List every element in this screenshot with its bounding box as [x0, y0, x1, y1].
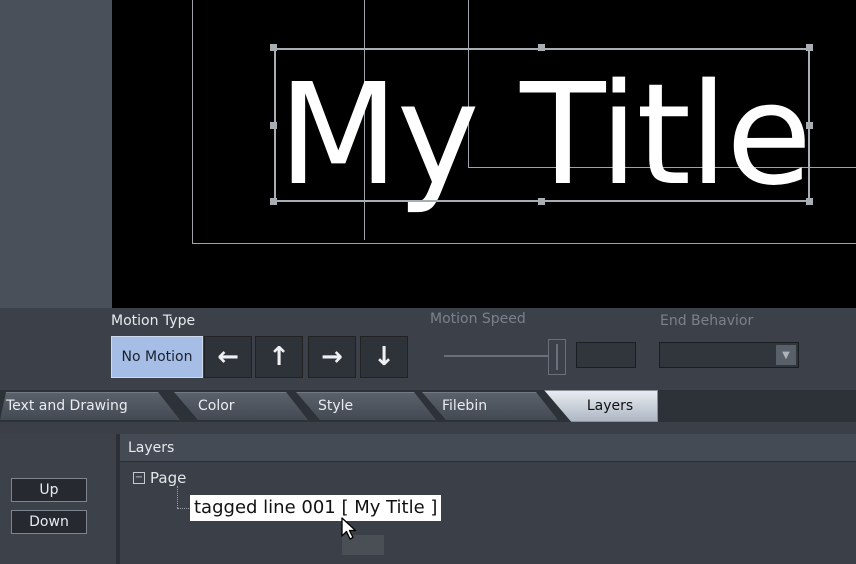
chevron-down-icon[interactable]: ▼	[776, 345, 796, 365]
resize-handle[interactable]	[270, 198, 277, 205]
right-arrow-icon: →	[321, 342, 343, 372]
resize-handle[interactable]	[538, 44, 545, 51]
resize-handle[interactable]	[270, 122, 277, 129]
motion-left-button[interactable]: ←	[204, 336, 252, 378]
left-gutter	[0, 0, 112, 308]
layer-order-panel: Up Down	[0, 434, 116, 564]
tab-text-and-drawing[interactable]: Text and Drawing	[6, 392, 128, 420]
resize-handle[interactable]	[806, 122, 813, 129]
layers-header: Layers	[120, 434, 856, 462]
move-up-button[interactable]: Up	[11, 478, 87, 502]
resize-handle[interactable]	[538, 198, 545, 205]
tree-connector	[177, 508, 189, 509]
tree-connector	[177, 486, 178, 508]
tab-filebin[interactable]: Filebin	[442, 392, 487, 420]
selection-box[interactable]	[274, 48, 810, 202]
resize-handle[interactable]	[270, 44, 277, 51]
no-motion-button[interactable]: No Motion	[111, 336, 203, 378]
preview-canvas[interactable]: My Title	[112, 0, 856, 308]
tab-background	[296, 392, 436, 420]
tab-style[interactable]: Style	[318, 392, 353, 420]
motion-controls: Motion Type Motion Speed End Behavior No…	[0, 308, 856, 390]
left-arrow-icon: ←	[217, 342, 239, 372]
mouse-pointer-icon	[341, 517, 357, 540]
motion-speed-slider-track[interactable]	[444, 355, 550, 357]
tab-layers-label: Layers	[586, 398, 634, 414]
motion-speed-input[interactable]	[576, 342, 636, 368]
motion-type-label: Motion Type	[111, 313, 196, 329]
motion-up-button[interactable]: ↑	[255, 336, 303, 378]
tab-bar: Text and Drawing Color Style Filebin	[0, 390, 856, 422]
tab-color[interactable]: Color	[198, 392, 235, 420]
motion-speed-label: Motion Speed	[430, 311, 526, 327]
resize-handle[interactable]	[806, 44, 813, 51]
tree-node-page[interactable]: Page	[150, 469, 186, 487]
motion-right-button[interactable]: →	[308, 336, 356, 378]
motion-speed-slider-thumb[interactable]	[548, 339, 566, 375]
resize-handle[interactable]	[806, 198, 813, 205]
move-down-button[interactable]: Down	[11, 510, 87, 534]
end-behavior-label: End Behavior	[660, 313, 754, 329]
down-arrow-icon: ↓	[373, 342, 395, 372]
tree-node-tagged-line[interactable]: tagged line 001 [ My Title ]	[190, 495, 442, 521]
collapse-icon[interactable]: −	[133, 472, 145, 484]
up-arrow-icon: ↑	[268, 342, 290, 372]
motion-down-button[interactable]: ↓	[360, 336, 408, 378]
tab-background	[174, 392, 308, 420]
separator-strip	[0, 422, 856, 434]
end-behavior-select[interactable]: ▼	[659, 342, 799, 368]
